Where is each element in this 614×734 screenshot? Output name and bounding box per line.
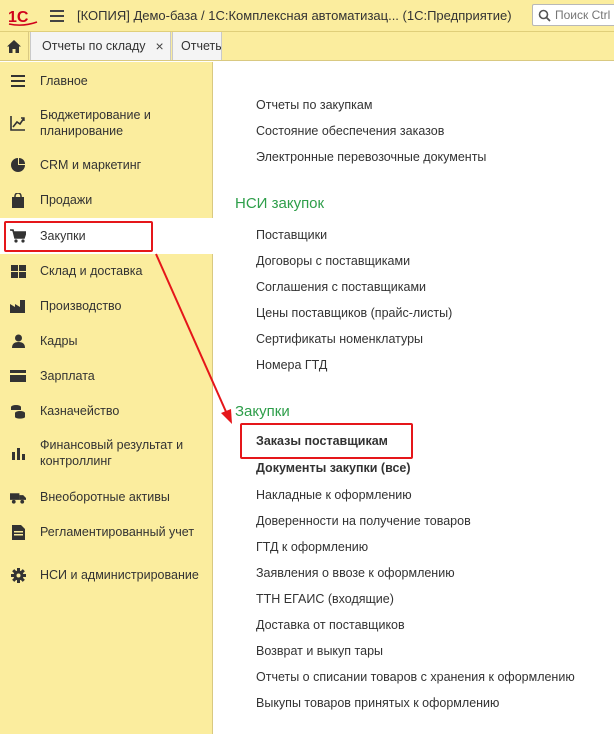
sidebar-item-purchases[interactable]: Закупки bbox=[0, 218, 213, 254]
tab-label: Отчеты по складу bbox=[42, 39, 146, 53]
sidebar-item-budgeting[interactable]: Бюджетирование и планирование bbox=[0, 106, 213, 140]
sidebar-item-sales[interactable]: Продажи bbox=[0, 191, 213, 209]
sidebar-item-label: Продажи bbox=[40, 193, 93, 207]
link-storage-writeoff-reports[interactable]: Отчеты о списании товаров с хранения к о… bbox=[256, 670, 575, 684]
link-purchase-reports[interactable]: Отчеты по закупкам bbox=[256, 98, 372, 112]
sidebar-item-crm[interactable]: CRM и маркетинг bbox=[0, 156, 213, 174]
sidebar-item-label: Казначейство bbox=[40, 404, 120, 418]
bar-chart-icon bbox=[10, 445, 26, 461]
title-bar: 1С [КОПИЯ] Демо-база / 1С:Комплексная ав… bbox=[0, 0, 614, 32]
search-input[interactable] bbox=[555, 8, 614, 22]
sidebar-item-label: Бюджетирование и планирование bbox=[40, 108, 151, 138]
section-title-nsi: НСИ закупок bbox=[235, 195, 325, 212]
sidebar-item-label: Регламентированный учет bbox=[40, 525, 195, 539]
logo-text: 1С bbox=[8, 9, 29, 26]
link-supplier-prices[interactable]: Цены поставщиков (прайс-листы) bbox=[256, 306, 452, 320]
home-tab[interactable] bbox=[0, 32, 29, 60]
link-supplier-delivery[interactable]: Доставка от поставщиков bbox=[256, 618, 405, 632]
sidebar-item-label: НСИ и администрирование bbox=[40, 568, 199, 582]
sidebar-item-label: Склад и доставка bbox=[40, 264, 143, 278]
coins-icon bbox=[10, 403, 26, 419]
link-electronic-transport-docs[interactable]: Электронные перевозочные документы bbox=[256, 150, 486, 164]
tab-warehouse-reports[interactable]: Отчеты по складу × bbox=[30, 32, 171, 60]
section-title-purchases: Закупки bbox=[235, 403, 290, 420]
search-icon bbox=[538, 9, 551, 22]
main-menu-icon[interactable] bbox=[50, 9, 64, 22]
truck-icon bbox=[10, 489, 26, 505]
sidebar-item-regulated-accounting[interactable]: Регламентированный учет bbox=[0, 523, 213, 541]
sidebar-item-hr[interactable]: Кадры bbox=[0, 332, 213, 350]
cart-icon bbox=[10, 228, 26, 244]
sidebar-item-label: Финансовый результат и контроллинг bbox=[40, 438, 184, 468]
link-gtd-numbers[interactable]: Номера ГТД bbox=[256, 358, 327, 372]
tab-reports[interactable]: Отчеты bbox=[172, 32, 222, 60]
1c-logo-icon: 1С bbox=[8, 9, 38, 26]
link-product-certificates[interactable]: Сертификаты номенклатуры bbox=[256, 332, 423, 346]
sidebar-item-label: Внеоборотные активы bbox=[40, 490, 170, 504]
sidebar-item-financial-result[interactable]: Финансовый результат и контроллинг bbox=[0, 436, 213, 470]
section-panel: Отчеты по закупкам Состояние обеспечения… bbox=[214, 62, 614, 734]
warehouse-grid-icon bbox=[10, 263, 26, 279]
link-egais-ttn-incoming[interactable]: ТТН ЕГАИС (входящие) bbox=[256, 592, 394, 606]
sidebar-item-fixed-assets[interactable]: Внеоборотные активы bbox=[0, 488, 213, 506]
shopping-bag-icon bbox=[10, 192, 26, 208]
menu-lines-icon bbox=[10, 73, 26, 89]
link-invoices-to-process[interactable]: Накладные к оформлению bbox=[256, 488, 412, 502]
sidebar: Главное Бюджетирование и планирование CR… bbox=[0, 62, 213, 734]
tab-bar: Отчеты по складу × Отчеты bbox=[0, 32, 614, 61]
sidebar-item-label: Зарплата bbox=[40, 369, 95, 383]
link-supplier-agreements[interactable]: Соглашения с поставщиками bbox=[256, 280, 426, 294]
link-supplier-contracts[interactable]: Договоры с поставщиками bbox=[256, 254, 410, 268]
sidebar-item-label: Закупки bbox=[40, 229, 86, 243]
factory-icon bbox=[10, 298, 26, 314]
link-accepted-goods-buyouts[interactable]: Выкупы товаров принятых к оформлению bbox=[256, 696, 499, 710]
link-container-return[interactable]: Возврат и выкуп тары bbox=[256, 644, 383, 658]
link-powers-of-attorney[interactable]: Доверенности на получение товаров bbox=[256, 514, 471, 528]
sidebar-item-administration[interactable]: НСИ и администрирование bbox=[0, 558, 213, 592]
sidebar-item-label: Производство bbox=[40, 299, 122, 313]
pie-chart-icon bbox=[10, 157, 26, 173]
window-title: [КОПИЯ] Демо-база / 1С:Комплексная автом… bbox=[77, 8, 512, 23]
sidebar-item-production[interactable]: Производство bbox=[0, 297, 213, 315]
link-suppliers[interactable]: Поставщики bbox=[256, 228, 327, 242]
person-icon bbox=[10, 333, 26, 349]
link-import-declarations[interactable]: Заявления о ввозе к оформлению bbox=[256, 566, 455, 580]
document-icon bbox=[10, 524, 26, 540]
tab-label: Отчеты bbox=[181, 39, 222, 53]
link-purchase-documents-all[interactable]: Документы закупки (все) bbox=[256, 461, 411, 475]
1c-logo[interactable]: 1С bbox=[8, 6, 38, 26]
home-icon bbox=[7, 39, 21, 53]
link-gtd-to-process[interactable]: ГТД к оформлению bbox=[256, 540, 368, 554]
sidebar-item-salary[interactable]: Зарплата bbox=[0, 367, 213, 385]
search-box[interactable] bbox=[532, 4, 614, 26]
sidebar-item-warehouse[interactable]: Склад и доставка bbox=[0, 262, 213, 280]
gear-icon bbox=[10, 567, 26, 583]
sidebar-item-treasury[interactable]: Казначейство bbox=[0, 402, 213, 420]
sidebar-item-label: Главное bbox=[40, 74, 88, 88]
link-order-fulfillment-status[interactable]: Состояние обеспечения заказов bbox=[256, 124, 444, 138]
link-supplier-orders[interactable]: Заказы поставщикам bbox=[256, 434, 388, 448]
budget-chart-icon bbox=[10, 115, 26, 131]
wallet-icon bbox=[10, 368, 26, 384]
sidebar-item-main[interactable]: Главное bbox=[0, 72, 213, 90]
sidebar-item-label: Кадры bbox=[40, 334, 78, 348]
close-icon[interactable]: × bbox=[156, 38, 164, 54]
sidebar-item-label: CRM и маркетинг bbox=[40, 158, 142, 172]
